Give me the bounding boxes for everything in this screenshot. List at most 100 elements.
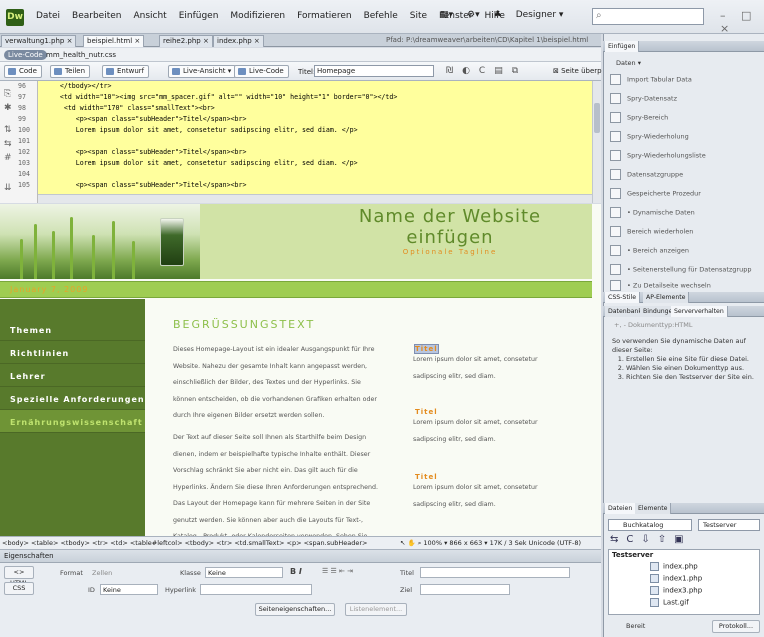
menu-modifizieren[interactable]: Modifizieren [230,11,285,21]
window-size[interactable]: 866 x 663 ▾ [449,539,487,547]
log-button[interactable]: Protokoll... [712,620,760,633]
insert-item[interactable]: Gespeicherte Prozedur [610,188,701,199]
tab-insert[interactable]: Einfügen [605,41,640,52]
related-css-file[interactable]: mm_health_nutr.css [46,51,116,59]
help-step[interactable]: Richten Sie den Testserver der Site ein. [626,373,758,382]
visual-aids-icon[interactable]: ▤ [494,66,503,76]
menu-einfuegen[interactable]: Einfügen [179,11,219,21]
tab-verwaltung1[interactable]: verwaltung1.php × [1,35,77,47]
class-select[interactable]: Keine [205,567,283,578]
search-input[interactable]: ⌕ [592,8,704,25]
insert-item[interactable]: • Bereich anzeigen [610,245,689,256]
tag-selector[interactable]: <body> <table> <tbody> <tr> <td> <table#… [2,539,367,547]
live-view-button[interactable]: Live-Ansicht ▾ [168,65,237,78]
site-icon[interactable]: ♣ [494,10,502,20]
insert-item[interactable]: Spry-Wiederholungsliste [610,150,706,161]
code-line[interactable]: </tbody></tr> [44,82,112,90]
insert-item[interactable]: • Dynamische Daten [610,207,695,218]
check-page-button[interactable]: ⊠ Seite überp [553,67,602,75]
format-source-icon[interactable]: ⇊ [4,183,12,193]
split-view-button[interactable]: Teilen [50,65,91,78]
menu-bearbeiten[interactable]: Bearbeiten [72,11,121,21]
title-field[interactable] [420,567,570,578]
tab-assets[interactable]: Elemente [635,503,672,514]
id-select[interactable]: Keine [100,584,158,595]
scroll-thumb[interactable] [594,103,600,133]
page-title-input[interactable]: Homepage [314,65,434,77]
collapse-tag-icon[interactable]: ✱ [4,103,12,113]
window-controls[interactable]: – □ × [720,9,764,35]
code-line[interactable]: <p><span class="subHeader">Titel</span><… [44,115,247,123]
html-mode-button[interactable]: <> HTML [4,566,34,587]
list-buttons[interactable]: ☰ ☰ ⇤ ⇥ [322,567,353,575]
nav-link-ernaehrung[interactable]: Ernährungswissenschaft [10,418,145,427]
nav-link-themen[interactable]: Themen [10,326,145,335]
open-documents-icon[interactable]: ⎘ [4,89,11,99]
validate-icon[interactable]: ⧉ [512,66,518,76]
balance-braces-icon[interactable]: ⇆ [4,139,12,149]
code-line[interactable]: Lorem ipsum dolor sit amet, consetetur s… [44,126,358,134]
get-files-icon[interactable]: ⇩ [641,534,657,545]
list-item-button[interactable]: Listenelement... [345,603,407,616]
format-value[interactable]: Zellen [92,569,112,577]
target-select[interactable] [420,584,510,595]
expand-icon[interactable]: ▣ [674,534,691,545]
tab-ap-elements[interactable]: AP-Elemente [643,292,690,303]
help-step[interactable]: Erstellen Sie eine Site für diese Datei. [626,355,758,364]
css-mode-button[interactable]: CSS [4,582,34,595]
tab-beispiel[interactable]: beispiel.html × [83,35,145,47]
link-field[interactable] [200,584,312,595]
live-code-button[interactable]: Live-Code [234,65,289,78]
file-item[interactable]: Last.gif [650,598,689,607]
refresh-icon[interactable]: C [479,66,485,76]
code-line[interactable]: <td width="10"><img src="mm_spacer.gif" … [44,93,397,101]
site-select[interactable]: Buchkatalog [608,519,692,531]
refresh-icon[interactable]: C [626,534,641,545]
code-line[interactable]: <p><span class="subHeader">Titel</span><… [44,181,247,189]
select-tool-icon[interactable]: ↖ [400,539,408,547]
file-item[interactable]: index1.php [650,574,702,583]
menu-ansicht[interactable]: Ansicht [133,11,166,21]
insert-item[interactable]: Bereich wiederholen [610,226,693,237]
page-properties-button[interactable]: Seiteneigenschaften... [255,603,335,616]
put-files-icon[interactable]: ⇧ [658,534,674,545]
insert-item[interactable]: Spry-Bereich [610,112,668,123]
insert-item[interactable]: Spry-Datensatz [610,93,677,104]
connect-icon[interactable]: ⇆ [610,534,626,545]
tab-reihe2[interactable]: reihe2.php × [159,35,213,47]
workspace-switcher[interactable]: Designer ▾ [516,10,564,20]
tab-server-behaviors[interactable]: Serververhalten [671,306,728,317]
tree-root[interactable]: Testserver [612,551,653,559]
menu-formatieren[interactable]: Formatieren [297,11,352,21]
insert-item[interactable]: Spry-Wiederholung [610,131,689,142]
code-vertical-scrollbar[interactable] [592,81,601,203]
line-numbers-icon[interactable]: # [4,153,12,163]
design-view-button[interactable]: Entwurf [102,65,150,78]
extend-icon[interactable]: ⚙▾ [467,10,480,20]
tab-index[interactable]: index.php × [213,35,264,47]
bold-button[interactable]: B I [290,567,302,576]
menu-site[interactable]: Site [410,11,427,21]
tab-files[interactable]: Dateien [605,503,637,514]
select-parent-icon[interactable]: ⇅ [4,125,12,135]
help-step[interactable]: Wählen Sie einen Dokumenttyp aus. [626,364,758,373]
nav-link-spezielle[interactable]: Spezielle Anforderungen [10,395,145,404]
menu-datei[interactable]: Datei [36,11,60,21]
insert-item[interactable]: Import Tabular Data [610,74,692,85]
insert-category-select[interactable]: Daten ▾ [616,59,641,67]
nav-link-lehrer[interactable]: Lehrer [10,372,145,381]
file-item[interactable]: index.php [650,562,698,571]
nav-link-richtlinien[interactable]: Richtlinien [10,349,145,358]
code-line[interactable]: <p><span class="subHeader">Titel</span><… [44,148,247,156]
file-management-icon[interactable]: ₪ [446,66,453,76]
hand-tool-icon[interactable]: ✋ [408,539,418,547]
layout-icon[interactable]: ▦▾ [440,10,453,20]
tab-css-styles[interactable]: CSS-Stile [605,292,641,303]
file-item[interactable]: index3.php [650,586,702,595]
code-line[interactable]: <td width="170" class="smallText"><br> [44,104,215,112]
zoom-level[interactable]: 100% [423,539,442,547]
preview-browser-icon[interactable]: ◐ [462,66,470,76]
insert-item[interactable]: • Zu Detailseite wechseln [610,280,711,291]
insert-item[interactable]: • Seitenerstellung für Datensatzgrupp [610,264,751,275]
code-view-button[interactable]: Code [4,65,42,78]
